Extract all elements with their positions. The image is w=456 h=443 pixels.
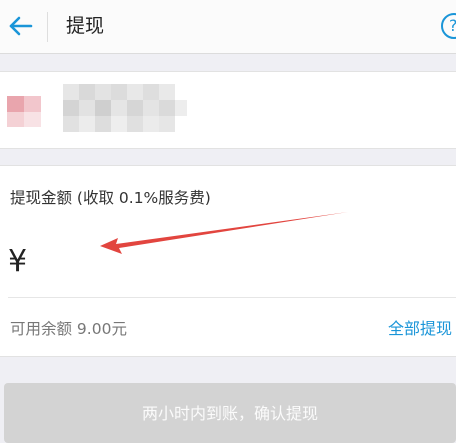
help-button[interactable]: ?	[441, 13, 456, 39]
help-circle-icon: ?	[449, 16, 456, 36]
back-button[interactable]	[6, 11, 36, 41]
bank-account-card[interactable]	[0, 71, 456, 149]
available-balance: 可用余额 9.00元	[10, 320, 127, 338]
amount-divider	[8, 297, 456, 298]
currency-symbol: ¥	[8, 244, 28, 279]
bank-logo-icon	[7, 84, 187, 132]
confirm-withdraw-button[interactable]: 两小时内到账，确认提现	[4, 383, 456, 443]
withdraw-all-link[interactable]: 全部提现	[388, 318, 452, 340]
amount-label: 提现金额 (收取 0.1%服务费)	[10, 189, 211, 207]
header-divider	[47, 12, 48, 42]
confirm-withdraw-label: 两小时内到账，确认提现	[141, 404, 318, 423]
page-title: 提现	[66, 15, 105, 37]
app-header: 提现 ?	[0, 0, 456, 54]
amount-input[interactable]	[40, 238, 440, 286]
arrow-left-icon	[9, 16, 33, 36]
withdraw-amount-card: 提现金额 (收取 0.1%服务费) ¥ 可用余额 9.00元 全部提现	[0, 165, 456, 357]
